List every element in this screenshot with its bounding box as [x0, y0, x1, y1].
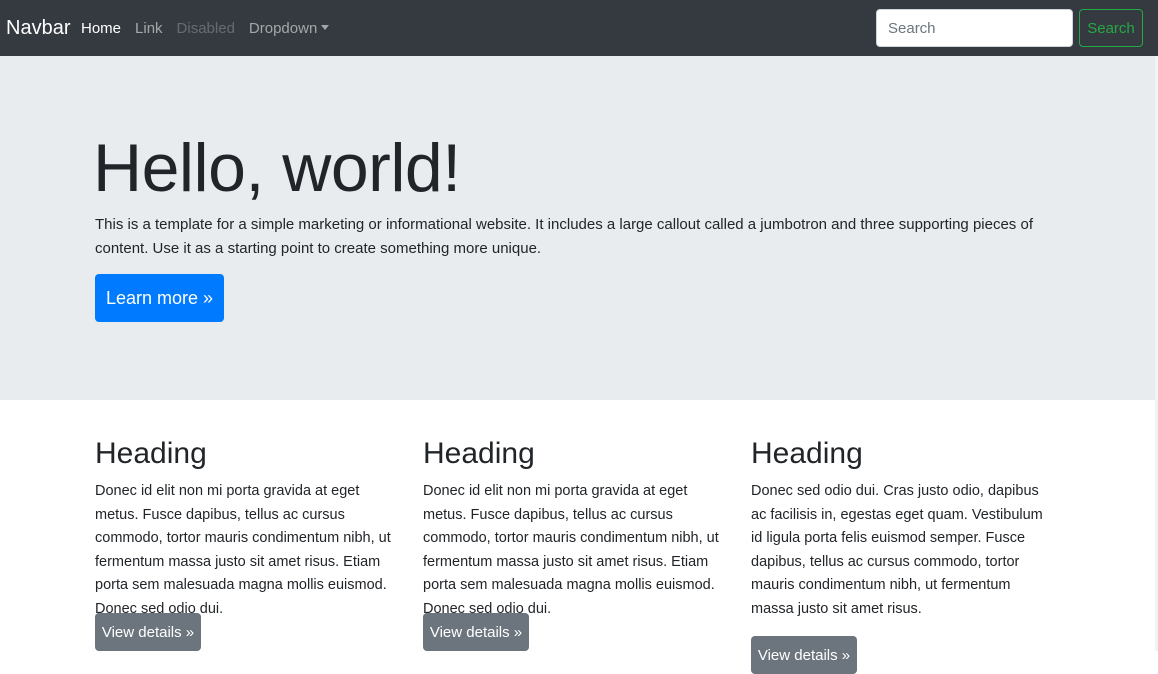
- navbar-brand[interactable]: Navbar: [6, 16, 70, 40]
- learn-more-button[interactable]: Learn more »: [95, 274, 224, 322]
- jumbotron-title: Hello, world!: [93, 130, 461, 206]
- content-column-3: Heading Donec sed odio dui. Cras justo o…: [751, 432, 1057, 674]
- nav-link-home[interactable]: Home: [81, 19, 121, 39]
- view-details-button[interactable]: View details »: [423, 613, 529, 651]
- nav-link-disabled: Disabled: [176, 20, 235, 37]
- column-text: Donec sed odio dui. Cras justo odio, dap…: [751, 483, 1043, 617]
- search-input[interactable]: [876, 9, 1073, 47]
- column-text: Donec id elit non mi porta gravida at eg…: [423, 483, 719, 617]
- content-column-1: Heading Donec id elit non mi porta gravi…: [95, 432, 401, 651]
- navbar: Navbar Home Link Disabled Dropdown Searc…: [0, 0, 1158, 56]
- column-text: Donec id elit non mi porta gravida at eg…: [95, 483, 391, 617]
- column-heading: Heading: [423, 437, 535, 470]
- jumbotron-lead: This is a template for a simple marketin…: [95, 216, 1033, 257]
- jumbotron: Hello, world! This is a template for a s…: [0, 56, 1158, 400]
- nav-dropdown-label: Dropdown: [248, 20, 318, 37]
- nav-link-link[interactable]: Link: [135, 19, 163, 39]
- content-column-2: Heading Donec id elit non mi porta gravi…: [423, 432, 729, 651]
- view-details-button[interactable]: View details »: [751, 636, 857, 674]
- column-heading: Heading: [95, 437, 207, 470]
- caret-down-icon: [321, 25, 330, 30]
- search-button[interactable]: Search: [1079, 9, 1143, 47]
- nav-dropdown[interactable]: Dropdown: [248, 19, 330, 39]
- column-heading: Heading: [751, 437, 863, 470]
- view-details-button[interactable]: View details »: [95, 613, 201, 651]
- nav-links: Home Link Disabled Dropdown: [81, 19, 343, 39]
